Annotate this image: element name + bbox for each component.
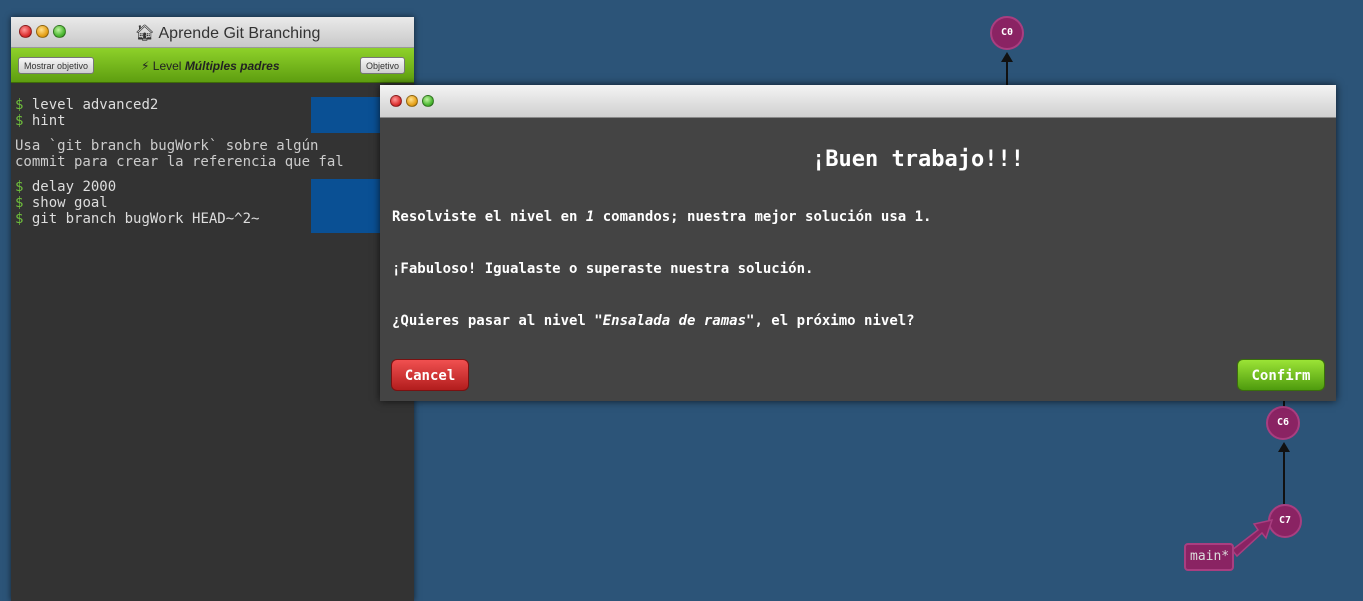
commit-node-c6[interactable]: C6 [1266,406,1300,440]
confirm-button[interactable]: Confirm [1237,359,1325,391]
terminal-titlebar: 🏠︎ Aprende Git Branching [11,17,414,48]
branch-arrow-icon [1230,518,1274,558]
minimize-icon[interactable] [406,95,418,107]
hint-line: commit para crear la referencia que fal [15,154,344,170]
home-icon: 🏠︎ [134,25,155,42]
window-controls [390,95,434,107]
level-name: Múltiples padres [184,59,280,73]
terminal-output: $ level advanced2 $ hint Usa `git branch… [11,97,414,601]
command-block: $ delay 2000 $ show goal $ git branch bu… [15,179,414,233]
dialog-heading: ¡Buen trabajo!!! [812,147,1024,172]
maximize-icon[interactable] [422,95,434,107]
next-level-question: ¿Quieres pasar al nivel "Ensalada de ram… [392,313,915,329]
window-title: 🏠︎ Aprende Git Branching [134,25,321,42]
commit-edge [1283,450,1285,504]
commit-node-c0[interactable]: C0 [990,16,1024,50]
commit-edge [1006,60,1008,86]
close-icon[interactable] [390,95,402,107]
hint-block: Usa `git branch bugWork` sobre algún com… [15,138,414,170]
objective-button[interactable]: Objetivo [359,57,405,74]
terminal-window: 🏠︎ Aprende Git Branching Mostrar objetiv… [11,17,414,601]
lightning-icon: ⚡︎ [141,59,150,73]
branch-label-main[interactable]: main* [1184,543,1234,571]
level-label: ⚡︎ Level Múltiples padres [141,59,280,73]
show-goal-button[interactable]: Mostrar objetivo [18,57,95,74]
hint-line: Usa `git branch bugWork` sobre algún [15,138,319,154]
cancel-button[interactable]: Cancel [391,359,469,391]
level-toolbar: Mostrar objetivo ⚡︎ Level Múltiples padr… [11,48,414,83]
result-text: Resolviste el nivel en 1 comandos; nuest… [392,209,932,225]
command-block: $ level advanced2 $ hint [15,97,414,133]
dialog-titlebar [380,85,1336,118]
level-complete-dialog: ¡Buen trabajo!!! Resolviste el nivel en … [380,85,1336,401]
praise-text: ¡Fabuloso! Igualaste o superaste nuestra… [392,261,814,277]
